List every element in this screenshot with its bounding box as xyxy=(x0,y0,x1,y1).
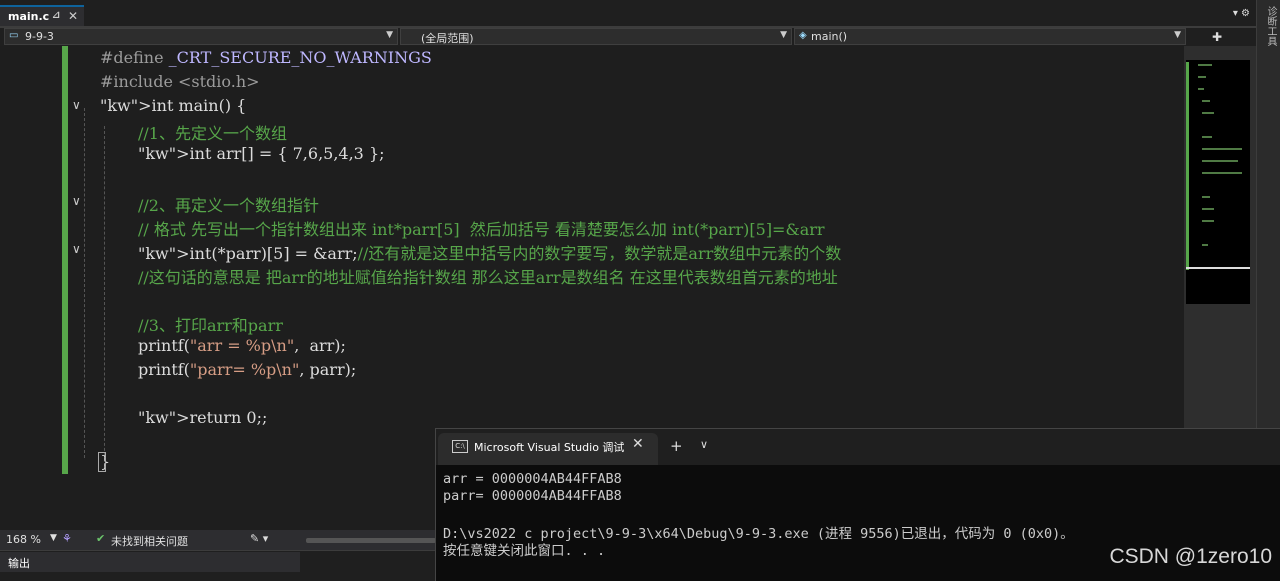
function-dropdown[interactable]: ◈ main() ▼ xyxy=(794,28,1186,45)
code-line-3: "kw">int main() { xyxy=(100,96,247,115)
output-tab[interactable]: 输出 xyxy=(0,552,300,572)
function-label: main() xyxy=(811,30,848,43)
project-icon: ▭ xyxy=(9,30,19,41)
terminal-icon: C:\ xyxy=(452,440,468,453)
pin-icon[interactable]: ⊿ xyxy=(52,10,60,21)
zoom-level[interactable]: 168 % xyxy=(6,533,41,546)
code-line-9: "kw">int(*parr)[5] = &arr;//还有就是这里中括号内的数… xyxy=(138,244,842,263)
chevron-down-icon[interactable]: ∨ xyxy=(700,438,708,451)
split-window-icon[interactable]: ✚ xyxy=(1212,30,1222,44)
console-tab-title: Microsoft Visual Studio 调试控制台 xyxy=(474,441,624,454)
code-line-5: "kw">int arr[] = { 7,6,5,4,3 }; xyxy=(138,144,385,163)
close-icon[interactable]: ✕ xyxy=(68,9,78,23)
scope-dropdown[interactable]: (全局范围) ▼ xyxy=(400,28,792,45)
navigation-bar: ▭ 9-9-3 ▼ (全局范围) ▼ ◈ main() ▼ xyxy=(0,28,1256,46)
project-label: 9-9-3 xyxy=(25,30,54,43)
output-tab-label: 输出 xyxy=(8,557,30,570)
tab-label: main.c xyxy=(8,10,50,23)
fold-chevron-icon[interactable]: ∨ xyxy=(72,98,81,112)
watermark: CSDN @1zero10 xyxy=(1109,545,1272,568)
chevron-down-icon: ▼ xyxy=(1174,30,1181,40)
console-line: 按任意键关闭此窗口. . . xyxy=(443,543,606,559)
function-icon: ◈ xyxy=(799,30,807,41)
code-line-7: //2、再定义一个数组指针 xyxy=(138,196,319,215)
chevron-down-icon: ▼ xyxy=(386,30,393,40)
editor-status-bar: 168 % ▼ ⚘ ✔ 未找到相关问题 ✎ ▾ xyxy=(0,530,436,550)
code-cleanup-icon[interactable]: ✎ ▾ xyxy=(250,532,268,545)
diagnostic-tools-tab[interactable]: 诊断工具 xyxy=(1258,6,1276,46)
close-icon[interactable]: ✕ xyxy=(632,436,644,452)
console-line: parr= 0000004AB44FFAB8 xyxy=(443,488,622,504)
chevron-down-icon: ▼ xyxy=(780,30,787,40)
indent-guide xyxy=(104,126,105,466)
chevron-down-icon[interactable]: ▼ xyxy=(50,533,57,543)
document-tab-strip xyxy=(0,0,1256,28)
code-line-12: //3、打印arr和parr xyxy=(138,316,283,335)
copilot-icon[interactable]: ⚘ xyxy=(62,532,72,545)
code-line-1: #define _CRT_SECURE_NO_WARNINGS xyxy=(100,48,432,67)
horizontal-scrollbar[interactable] xyxy=(306,538,436,543)
issues-status[interactable]: 未找到相关问题 xyxy=(111,533,188,549)
fold-guide xyxy=(84,108,85,458)
change-indicator-bar xyxy=(62,46,68,474)
fold-chevron-icon[interactable]: ∨ xyxy=(72,242,81,256)
code-line-2: #include <stdio.h> xyxy=(100,72,260,91)
code-line-16: "kw">return 0;; xyxy=(138,408,268,427)
fold-chevron-icon[interactable]: ∨ xyxy=(72,194,81,208)
code-line-13: printf("arr = %p\n", arr); xyxy=(138,336,346,355)
code-line-4: //1、先定义一个数组 xyxy=(138,124,287,143)
check-circle-icon: ✔ xyxy=(96,532,106,545)
scope-label: (全局范围) xyxy=(421,32,474,45)
code-line-14: printf("parr= %p\n", parr); xyxy=(138,360,357,379)
tab-overflow-controls[interactable]: ▾ ⚙ xyxy=(1233,8,1250,19)
code-line-10: //这句话的意思是 把arr的地址赋值给指针数组 那么这里arr是数组名 在这里… xyxy=(138,268,838,287)
console-line: arr = 0000004AB44FFAB8 xyxy=(443,471,622,487)
minimap-change-bar xyxy=(1186,62,1189,270)
code-line-8: // 格式 先写出一个指针数组出来 int*parr[5] 然后加括号 看清楚要… xyxy=(138,220,825,239)
new-tab-icon[interactable]: + xyxy=(670,437,683,455)
brace-match-highlight xyxy=(98,452,106,472)
minimap-scroll-thumb[interactable] xyxy=(1186,267,1250,269)
tab-main-c[interactable]: main.c ⊿ ✕ xyxy=(0,5,84,26)
project-dropdown[interactable]: ▭ 9-9-3 ▼ xyxy=(4,28,398,45)
